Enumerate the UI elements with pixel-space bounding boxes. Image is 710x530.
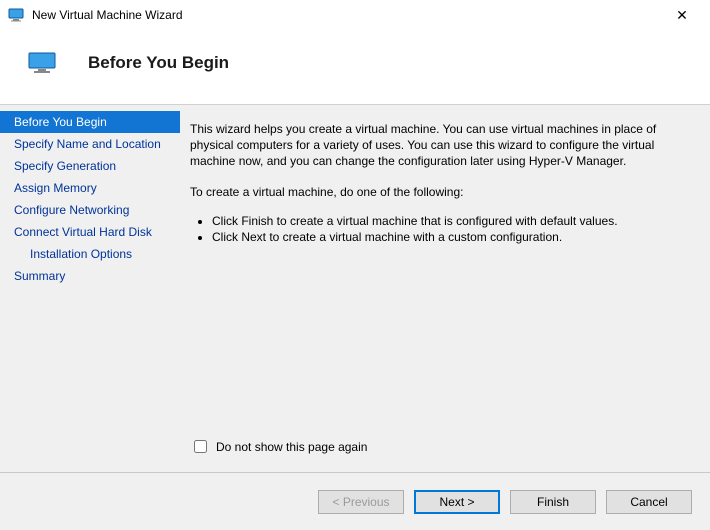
window-title: New Virtual Machine Wizard [32, 8, 662, 22]
wizard-footer: < Previous Next > Finish Cancel [0, 472, 710, 530]
dont-show-again-row: Do not show this page again [190, 437, 690, 462]
instruction-bullet: Click Next to create a virtual machine w… [212, 230, 690, 244]
wizard-step[interactable]: Assign Memory [0, 177, 180, 199]
page-title: Before You Begin [88, 53, 229, 73]
instruction-list: Click Finish to create a virtual machine… [212, 214, 690, 246]
wizard-step[interactable]: Configure Networking [0, 199, 180, 221]
wizard-body: Before You BeginSpecify Name and Locatio… [0, 104, 710, 472]
wizard-step[interactable]: Specify Generation [0, 155, 180, 177]
dont-show-again-checkbox[interactable] [194, 440, 207, 453]
wizard-header: Before You Begin [0, 30, 710, 96]
instruction-text: To create a virtual machine, do one of t… [190, 184, 690, 200]
wizard-step[interactable]: Specify Name and Location [0, 133, 180, 155]
dont-show-again-label: Do not show this page again [216, 440, 367, 454]
wizard-steps-sidebar: Before You BeginSpecify Name and Locatio… [0, 105, 180, 472]
app-icon [8, 7, 24, 23]
wizard-step[interactable]: Before You Begin [0, 111, 180, 133]
intro-text: This wizard helps you create a virtual m… [190, 121, 690, 170]
wizard-step[interactable]: Installation Options [0, 243, 180, 265]
instruction-bullet: Click Finish to create a virtual machine… [212, 214, 690, 228]
wizard-window: New Virtual Machine Wizard ✕ Before You … [0, 0, 710, 530]
cancel-button[interactable]: Cancel [606, 490, 692, 514]
next-button[interactable]: Next > [414, 490, 500, 514]
titlebar: New Virtual Machine Wizard ✕ [0, 0, 710, 30]
wizard-header-icon [28, 52, 56, 74]
previous-button: < Previous [318, 490, 404, 514]
close-button[interactable]: ✕ [662, 7, 702, 24]
wizard-content: This wizard helps you create a virtual m… [180, 105, 710, 472]
wizard-step[interactable]: Connect Virtual Hard Disk [0, 221, 180, 243]
wizard-step[interactable]: Summary [0, 265, 180, 287]
finish-button[interactable]: Finish [510, 490, 596, 514]
